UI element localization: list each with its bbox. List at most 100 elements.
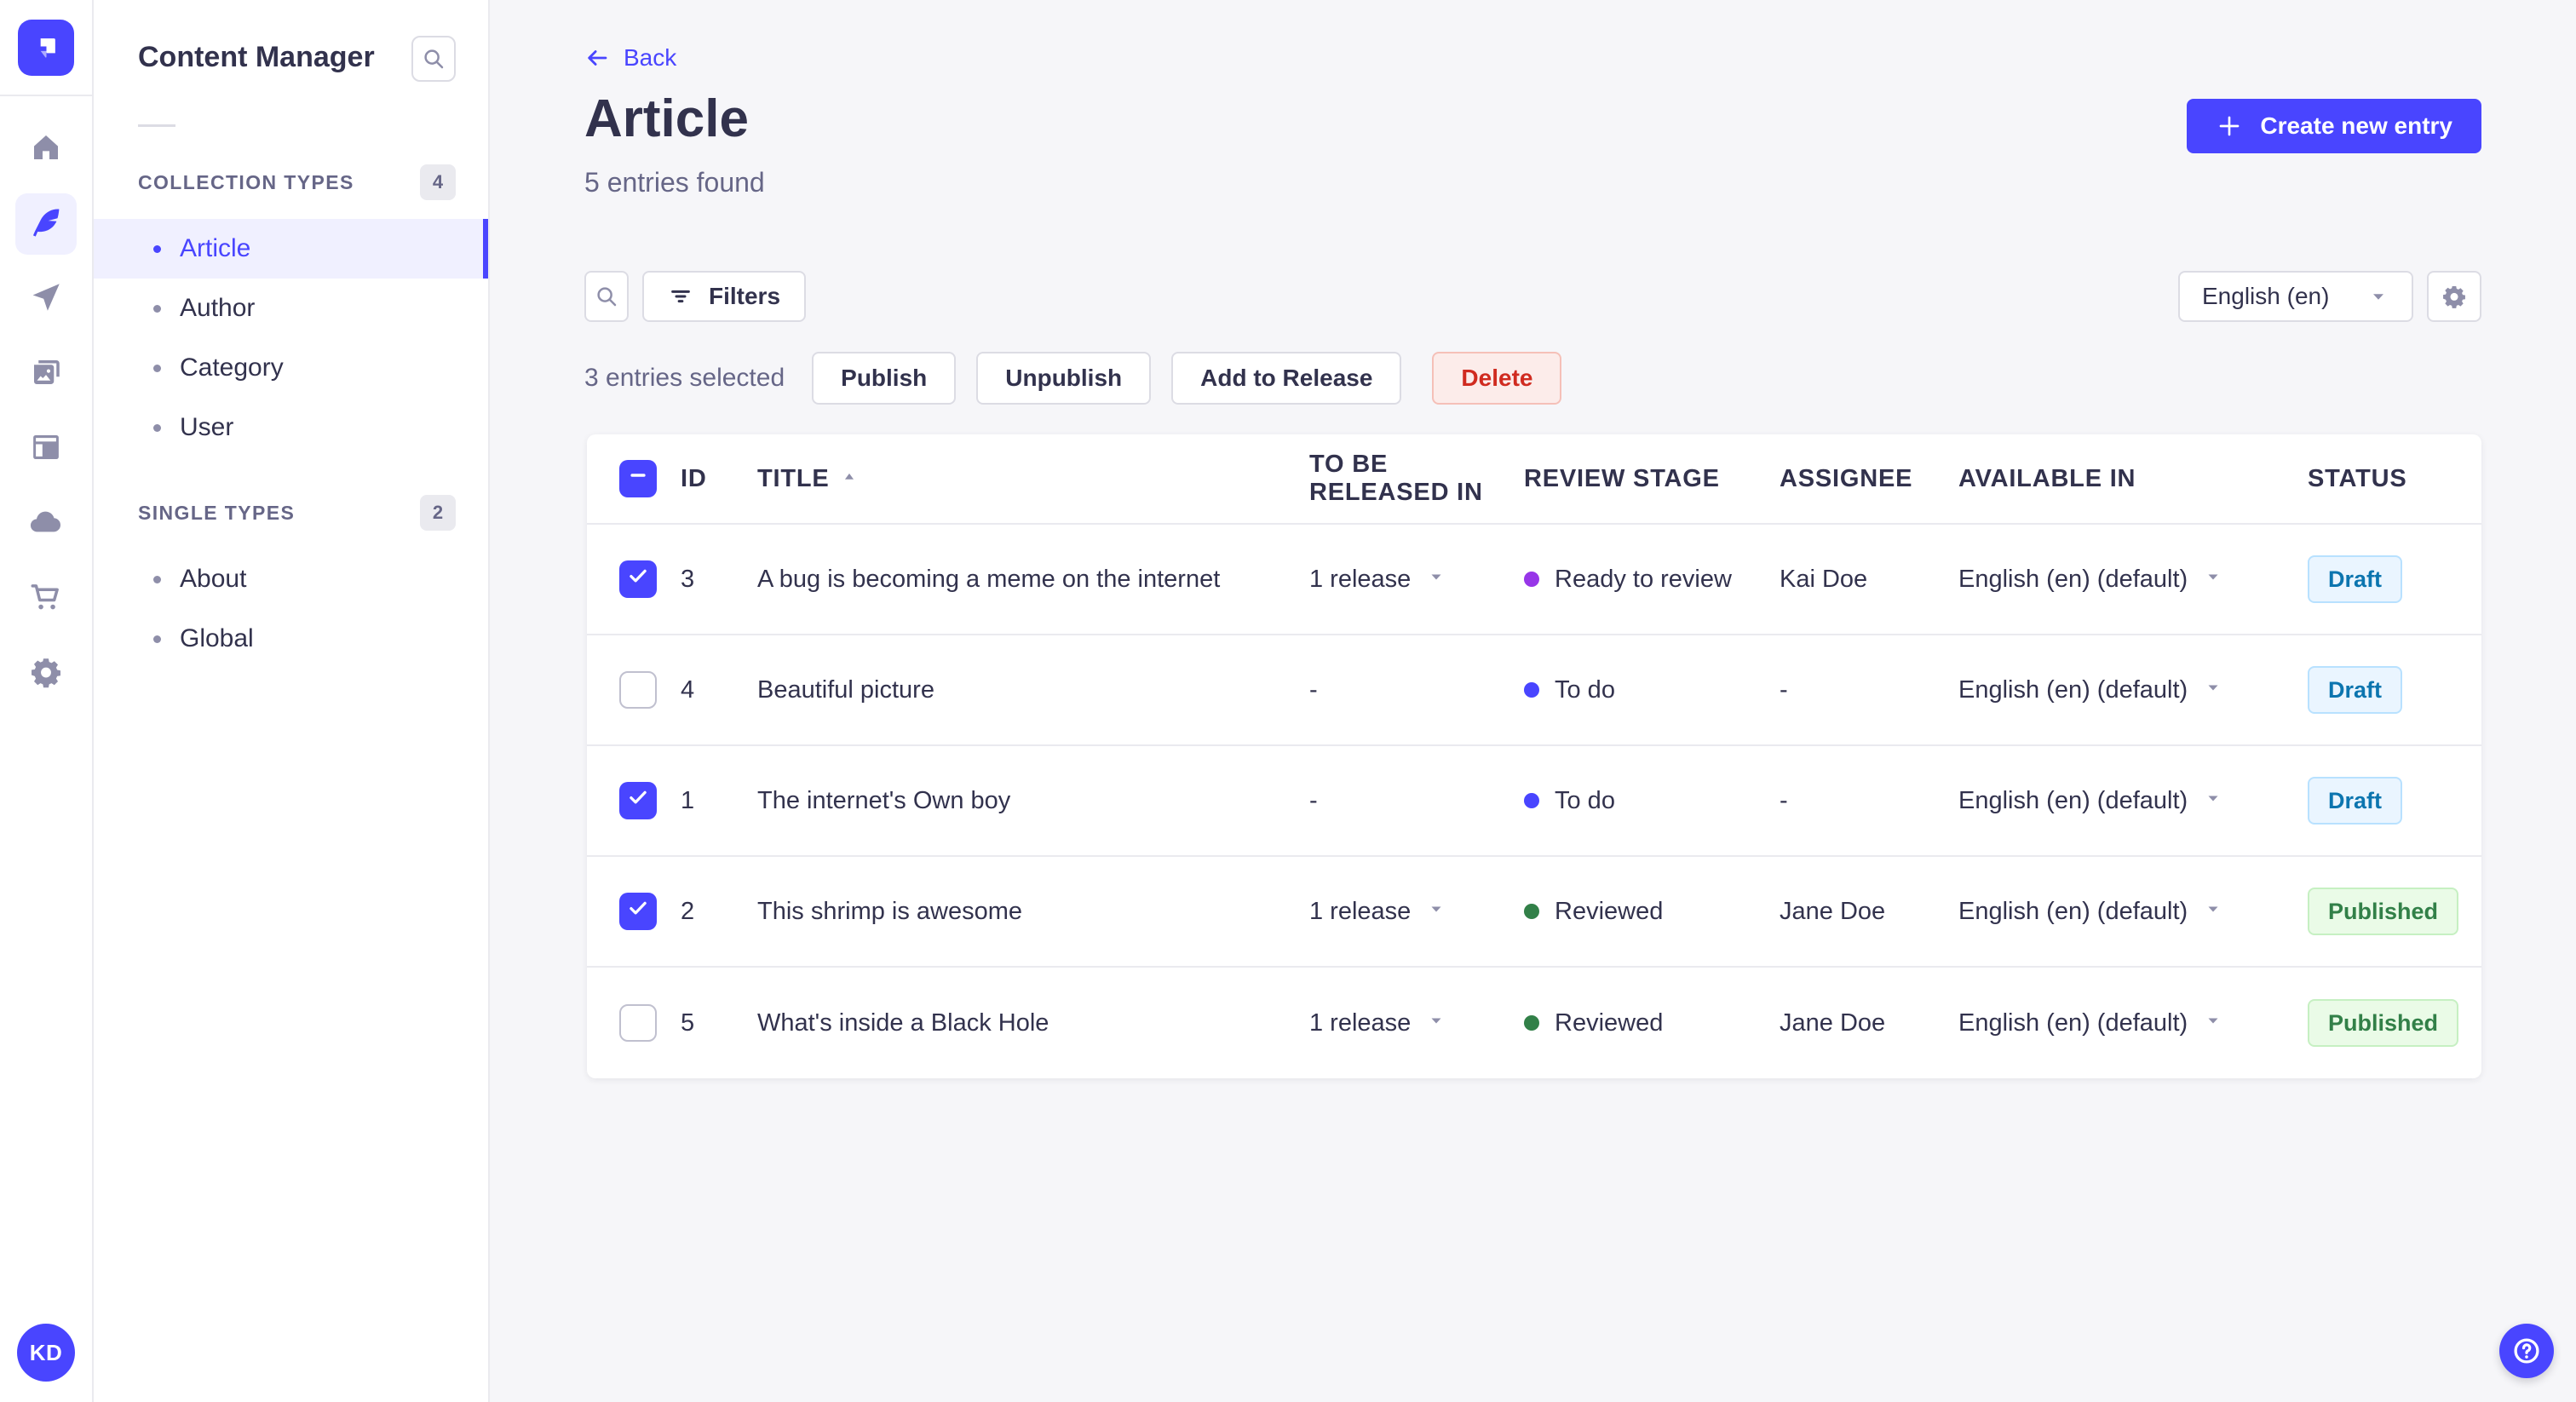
cell-title: This shrimp is awesome [757, 897, 1023, 925]
bullet-icon [153, 635, 161, 643]
row-checkbox[interactable] [619, 782, 657, 819]
subnav-section: COLLECTION TYPES 4 Article Author Category Us… [94, 164, 488, 457]
row-checkbox[interactable] [619, 560, 657, 598]
avatar[interactable]: KD [17, 1324, 75, 1382]
column-header-available-in[interactable]: AVAILABLE IN [1958, 465, 2308, 493]
column-header-label: ID [681, 464, 707, 492]
chevron-down-icon [1426, 1009, 1446, 1037]
locale-dropdown-trigger[interactable]: English (en) (default) [1958, 676, 2223, 704]
check-icon [625, 563, 651, 595]
stage-label: To do [1555, 675, 1615, 704]
row-checkbox[interactable] [619, 893, 657, 930]
column-header-label: STATUS [2308, 464, 2407, 492]
table-search-button[interactable] [584, 271, 629, 322]
column-header-id[interactable]: ID [681, 465, 757, 493]
add-to-release-button[interactable]: Add to Release [1171, 352, 1402, 405]
cell-locale: English (en) (default) [1958, 898, 2308, 926]
sidebar-item-global[interactable]: Global [94, 609, 488, 669]
column-header-title[interactable]: TITLE [757, 465, 1309, 493]
unpublish-button[interactable]: Unpublish [976, 352, 1152, 405]
table-row: 1 The internet's Own boy - To do - English (e… [587, 746, 2481, 857]
main-content: Back Article 5 entries found Create new … [490, 0, 2576, 1402]
locale-dropdown-trigger[interactable]: English (en) (default) [1958, 1009, 2223, 1037]
selection-action-bar: 3 entries selected Publish Unpublish Add t… [584, 352, 1562, 405]
check-icon [625, 895, 651, 928]
select-all-checkbox[interactable] [619, 460, 657, 497]
rail-item-gear[interactable] [15, 643, 77, 704]
column-header-label: TITLE [757, 464, 830, 492]
locale-value: English (en) [2202, 283, 2330, 309]
sidebar-item-about[interactable]: About [94, 549, 488, 609]
locale-dropdown-trigger[interactable]: English (en) (default) [1958, 898, 2223, 926]
sidebar-item-label: Author [180, 294, 256, 322]
rail-item-media[interactable] [15, 343, 77, 405]
cell-status: Draft [2308, 777, 2481, 825]
locale-select[interactable]: English (en) [2178, 271, 2413, 322]
release-dropdown-trigger[interactable]: 1 release [1309, 1009, 1446, 1037]
rail-item-paper-plane[interactable] [15, 268, 77, 330]
cell-assignee: Jane Doe [1780, 1008, 1886, 1037]
sidebar-item-label: User [180, 413, 234, 441]
view-settings-button[interactable] [2427, 271, 2481, 322]
table-row: 3 A bug is becoming a meme on the interne… [587, 525, 2481, 635]
search-icon [421, 46, 446, 72]
cell-assignee: - [1780, 786, 1788, 814]
bullet-icon [153, 364, 161, 372]
cell-locale: English (en) (default) [1958, 1009, 2308, 1037]
locale-label: English (en) (default) [1958, 565, 2188, 593]
home-icon [28, 129, 64, 170]
paper-plane-icon [28, 279, 64, 319]
column-header-to-be-released-in[interactable]: TO BE RELEASED IN [1309, 451, 1524, 507]
row-checkbox[interactable] [619, 1004, 657, 1042]
sidebar-item-label: Global [180, 624, 254, 652]
help-button[interactable] [2499, 1324, 2554, 1378]
stage-label: Reviewed [1555, 897, 1664, 925]
rail-item-cart[interactable] [15, 568, 77, 629]
release-label: 1 release [1309, 565, 1412, 593]
cell-review-stage: Reviewed [1524, 1009, 1780, 1037]
rail-item-home[interactable] [15, 118, 77, 180]
gear-icon [2441, 283, 2468, 310]
filters-button[interactable]: Filters [642, 271, 807, 322]
locale-dropdown-trigger[interactable]: English (en) (default) [1958, 566, 2223, 594]
locale-dropdown-trigger[interactable]: English (en) (default) [1958, 787, 2223, 815]
sidebar-item-label: About [180, 565, 247, 593]
strapi-logo[interactable] [18, 19, 74, 76]
sidebar-item-category[interactable]: Category [94, 338, 488, 398]
subnav-search-button[interactable] [411, 36, 456, 82]
sidebar-item-author[interactable]: Author [94, 279, 488, 338]
rail-item-feather[interactable] [15, 193, 77, 255]
column-header-status[interactable]: STATUS [2308, 465, 2481, 493]
section-count-badge: 4 [420, 164, 456, 200]
column-header-assignee[interactable]: ASSIGNEE [1780, 465, 1958, 493]
rail-item-layout[interactable] [15, 418, 77, 480]
row-checkbox-cell [587, 782, 681, 819]
create-new-entry-button[interactable]: Create new entry [2187, 99, 2481, 153]
column-header-review-stage[interactable]: REVIEW STAGE [1524, 465, 1780, 493]
rail-item-cloud[interactable] [15, 493, 77, 554]
cell-assignee: Jane Doe [1780, 897, 1886, 925]
cell-locale: English (en) (default) [1958, 566, 2308, 594]
column-header-label: REVIEW STAGE [1524, 464, 1720, 492]
release-dropdown-trigger[interactable]: 1 release [1309, 898, 1446, 926]
cell-review-stage: Ready to review [1524, 566, 1780, 594]
chevron-down-icon [2367, 285, 2389, 307]
cell-release: - [1309, 787, 1524, 815]
chevron-down-icon [1426, 898, 1446, 926]
cell-status: Draft [2308, 555, 2481, 603]
row-checkbox[interactable] [619, 671, 657, 709]
delete-button[interactable]: Delete [1432, 352, 1562, 405]
cell-id: 3 [681, 565, 695, 593]
publish-button[interactable]: Publish [812, 352, 957, 405]
create-new-entry-label: Create new entry [2260, 112, 2452, 139]
release-dropdown-trigger[interactable]: 1 release [1309, 566, 1446, 594]
cell-review-stage: To do [1524, 676, 1780, 704]
cell-release: 1 release [1309, 1009, 1524, 1037]
logo-container [0, 0, 92, 96]
table-row: 4 Beautiful picture - To do - English (en) (d… [587, 635, 2481, 746]
stage-dot-icon [1524, 793, 1539, 808]
sidebar-item-article[interactable]: Article [94, 219, 488, 279]
back-link[interactable]: Back [584, 44, 676, 72]
bullet-icon [153, 575, 161, 583]
sidebar-item-user[interactable]: User [94, 398, 488, 457]
